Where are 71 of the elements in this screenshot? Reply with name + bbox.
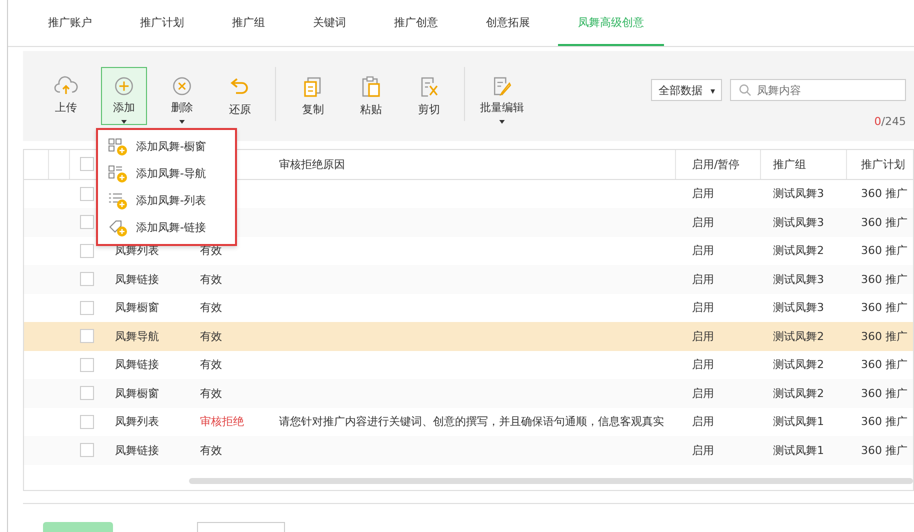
table-cell: 有效 <box>200 386 222 401</box>
table-cell: 360 推广 <box>861 442 908 458</box>
table-cell: 启用 <box>692 272 714 287</box>
tab[interactable]: 推广创意 <box>374 0 458 46</box>
table-cell: 凤舞列表 <box>115 414 159 430</box>
table-cell: 测试凤舞1 <box>773 414 824 430</box>
column-header: 启用/暂停 <box>692 156 740 172</box>
table-cell: 凤舞橱窗 <box>115 386 159 401</box>
toolbar-button[interactable]: 粘贴 <box>348 67 394 125</box>
table-cell: 360 推广 <box>861 243 908 258</box>
table-cell: 有效 <box>200 328 222 344</box>
toolbar-button[interactable]: 删除 <box>159 67 205 125</box>
table-cell: 有效 <box>200 300 222 316</box>
table-cell: 启用 <box>692 442 714 458</box>
table-cell: 360 推广 <box>861 214 908 230</box>
table-cell: 启用 <box>692 414 714 430</box>
table-cell: 360 推广 <box>861 328 908 344</box>
tab[interactable]: 创意拓展 <box>466 0 550 46</box>
filter-dropdown[interactable]: 全部数据 ▾ <box>651 79 722 101</box>
column-header: 推广组 <box>773 156 806 172</box>
tab[interactable]: 推广组 <box>212 0 285 46</box>
toolbar-button[interactable]: 复制 <box>290 67 336 125</box>
selection-count: 0/245 <box>874 115 906 128</box>
table-cell: 启用 <box>692 300 714 316</box>
table-cell: 启用 <box>692 186 714 202</box>
table-cell: 启用 <box>692 328 714 344</box>
menu-item[interactable]: 添加凤舞-链接 <box>98 214 235 241</box>
table-cell: 凤舞导航 <box>115 328 159 344</box>
toolbar-button[interactable]: 批量编辑 <box>479 67 525 125</box>
table-cell: 测试凤舞2 <box>773 243 824 258</box>
table-cell: 凤舞链接 <box>115 357 159 372</box>
table-cell: 启用 <box>692 214 714 230</box>
table-cell: 有效 <box>200 243 222 258</box>
tab[interactable]: 推广账户 <box>28 0 112 46</box>
table-cell: 360 推广 <box>861 357 908 372</box>
table-cell: 360 推广 <box>861 186 908 202</box>
menu-item[interactable]: 添加凤舞-导航 <box>98 160 235 187</box>
table-cell: 请您针对推广内容进行关键词、创意的撰写，并且确保语句通顺，信息客观真实 <box>279 414 664 430</box>
toolbar-button[interactable]: 上传 <box>43 67 89 125</box>
table-cell: 360 推广 <box>861 300 908 316</box>
table-cell: 凤舞链接 <box>115 442 159 458</box>
table-cell: 测试凤舞3 <box>773 300 824 316</box>
tab[interactable]: 推广计划 <box>120 0 204 46</box>
table-cell: 启用 <box>692 357 714 372</box>
table-cell: 审核拒绝 <box>200 414 244 430</box>
table-cell: 测试凤舞1 <box>773 442 824 458</box>
table-cell: 测试凤舞3 <box>773 214 824 230</box>
table-cell: 启用 <box>692 386 714 401</box>
table-cell: 有效 <box>200 357 222 372</box>
toolbar-button[interactable]: 添加 <box>101 67 147 125</box>
table-cell: 测试凤舞2 <box>773 328 824 344</box>
table-cell: 测试凤舞3 <box>773 272 824 287</box>
column-header: 推广计划 <box>861 156 905 172</box>
table-cell: 有效 <box>200 442 222 458</box>
table-cell: 启用 <box>692 243 714 258</box>
table-cell: 测试凤舞2 <box>773 386 824 401</box>
menu-item[interactable]: 添加凤舞-橱窗 <box>98 133 235 160</box>
table-cell: 360 推广 <box>861 386 908 401</box>
menu-item[interactable]: 添加凤舞-列表 <box>98 187 235 214</box>
table-cell: 360 推广 <box>861 414 908 430</box>
toolbar-button[interactable]: 剪切 <box>406 67 452 125</box>
table-cell: 360 推广 <box>861 272 908 287</box>
table-cell: 凤舞链接 <box>115 272 159 287</box>
table-cell: 有效 <box>200 272 222 287</box>
toolbar-button[interactable]: 还原 <box>217 67 263 125</box>
table-cell: 凤舞橱窗 <box>115 300 159 316</box>
tab[interactable]: 关键词 <box>293 0 366 46</box>
table-cell: 测试凤舞3 <box>773 186 824 202</box>
table-cell: 测试凤舞2 <box>773 357 824 372</box>
column-header: 审核拒绝原因 <box>279 156 345 172</box>
search-field[interactable]: 凤舞内容 <box>730 79 906 101</box>
